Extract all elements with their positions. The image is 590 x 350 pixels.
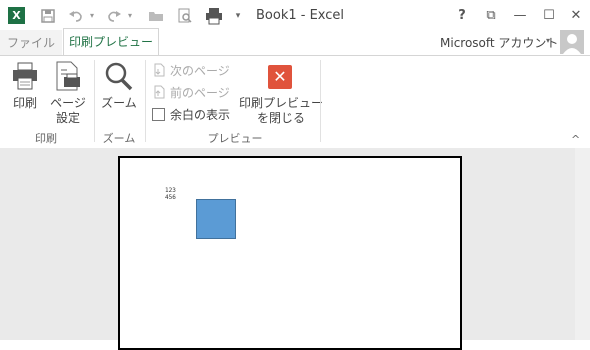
group-label-print: 印刷 bbox=[35, 132, 57, 145]
ribbon-display-icon[interactable]: ⧉ bbox=[480, 6, 502, 26]
account-label[interactable]: Microsoft アカウント bbox=[440, 34, 558, 51]
next-page-button[interactable]: 次のページ bbox=[170, 62, 230, 79]
cell-value-row2: 456 bbox=[165, 194, 176, 201]
previous-page-button[interactable]: 前のページ bbox=[170, 84, 230, 101]
close-preview-label-1[interactable]: 印刷プレビュー bbox=[238, 96, 324, 111]
account-dropdown-icon[interactable]: ▾ bbox=[546, 36, 550, 45]
print-icon[interactable] bbox=[203, 6, 225, 26]
close-preview-icon[interactable]: ✕ bbox=[268, 65, 292, 89]
tab-file[interactable]: ファイル bbox=[0, 30, 62, 56]
window-title: Book1 - Excel bbox=[256, 8, 345, 23]
vertical-scrollbar[interactable] bbox=[575, 148, 590, 340]
close-preview-label-2[interactable]: を閉じる bbox=[238, 111, 324, 126]
zoom-icon[interactable] bbox=[104, 60, 134, 92]
collapse-ribbon-icon[interactable]: ^ bbox=[571, 133, 580, 146]
previous-page-icon[interactable] bbox=[152, 85, 166, 99]
group-separator bbox=[320, 60, 321, 142]
redo-dropdown-icon[interactable]: ▾ bbox=[125, 6, 135, 26]
group-separator bbox=[145, 60, 146, 142]
group-label-zoom: ズーム bbox=[102, 132, 136, 145]
show-margins-checkbox[interactable] bbox=[152, 108, 165, 121]
page-setup-icon[interactable] bbox=[52, 60, 82, 92]
show-margins-label[interactable]: 余白の表示 bbox=[170, 106, 230, 123]
group-separator bbox=[94, 60, 95, 142]
page-setup-label-2[interactable]: 設定 bbox=[48, 111, 88, 126]
excel-logo-icon[interactable]: X bbox=[8, 7, 25, 24]
close-icon[interactable]: ✕ bbox=[565, 6, 587, 26]
undo-dropdown-icon[interactable]: ▾ bbox=[87, 6, 97, 26]
avatar[interactable] bbox=[560, 30, 584, 54]
open-icon[interactable] bbox=[146, 6, 166, 26]
print-preview-icon[interactable] bbox=[175, 6, 195, 26]
next-page-icon[interactable] bbox=[152, 63, 166, 77]
minimize-icon[interactable]: — bbox=[509, 6, 531, 26]
help-icon[interactable]: ? bbox=[451, 6, 473, 26]
page-setup-label-1[interactable]: ページ bbox=[48, 96, 88, 111]
print-large-icon[interactable] bbox=[10, 60, 40, 92]
group-label-preview: プレビュー bbox=[207, 132, 263, 145]
undo-icon[interactable] bbox=[66, 6, 86, 26]
print-button[interactable]: 印刷 bbox=[9, 96, 41, 111]
blue-rectangle-shape bbox=[196, 199, 236, 239]
maximize-icon[interactable]: ☐ bbox=[538, 6, 560, 26]
zoom-button[interactable]: ズーム bbox=[100, 96, 138, 111]
customize-icon[interactable]: ▾ bbox=[232, 6, 244, 26]
save-icon[interactable] bbox=[38, 6, 58, 26]
redo-icon[interactable] bbox=[104, 6, 124, 26]
preview-page bbox=[118, 156, 462, 350]
tab-print-preview[interactable]: 印刷プレビュー bbox=[63, 28, 159, 56]
